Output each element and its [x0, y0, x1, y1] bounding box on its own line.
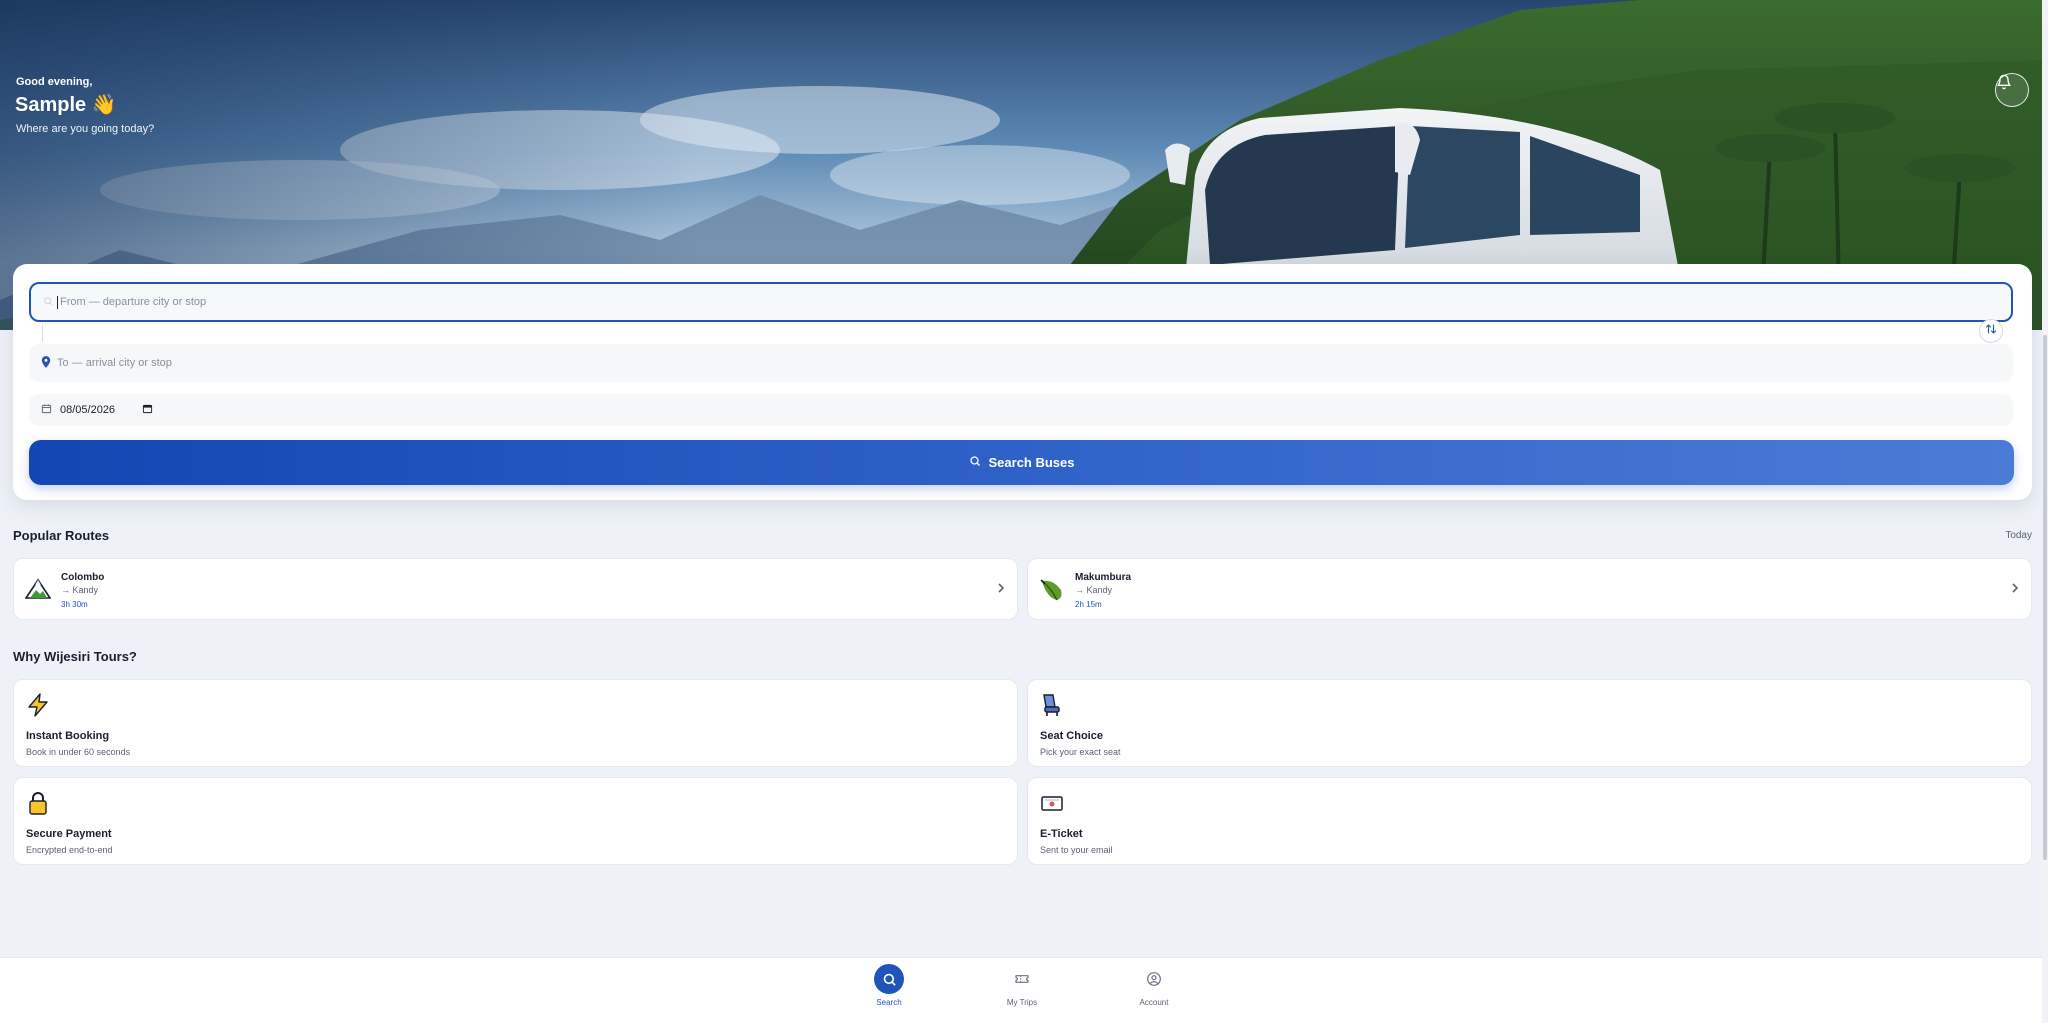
why-section-title: Why Wijesiri Tours? [13, 649, 137, 664]
date-input[interactable]: 08/05/2026 [29, 394, 2013, 426]
feature-secure-payment: Secure Payment Encrypted end-to-end [13, 777, 1018, 865]
swap-icon [1985, 322, 1997, 340]
feature-seat-choice: Seat Choice Pick your exact seat [1027, 679, 2032, 767]
route-duration: 2h 15m [1075, 600, 1102, 609]
feature-title: E-Ticket [1040, 828, 1083, 840]
greeting-text: Good evening, [16, 76, 93, 88]
lightning-icon [26, 693, 52, 719]
scrollbar-thumb[interactable] [2043, 335, 2047, 860]
from-placeholder: From — departure city or stop [60, 296, 207, 308]
seat-icon [1040, 693, 1066, 719]
feature-subtitle: Sent to your email [1040, 845, 1113, 855]
feature-subtitle: Book in under 60 seconds [26, 747, 131, 757]
from-input[interactable]: From — departure city or stop [29, 282, 2013, 322]
search-buses-label: Search Buses [988, 455, 1075, 470]
popular-routes-date-label: Today [2005, 530, 2032, 541]
feature-title: Seat Choice [1040, 730, 1103, 742]
nav-label: Search [876, 998, 902, 1007]
nav-item-search[interactable]: Search [849, 964, 929, 1007]
search-card: From — departure city or stop To — arriv… [13, 264, 2032, 500]
feature-instant-booking: Instant Booking Book in under 60 seconds [13, 679, 1018, 767]
to-placeholder: To — arrival city or stop [57, 357, 172, 369]
route-origin: Colombo [61, 572, 105, 583]
feature-title: Secure Payment [26, 828, 112, 840]
ticket-icon [1040, 791, 1066, 817]
nav-item-account[interactable]: Account [1114, 964, 1194, 1007]
route-duration: 3h 30m [61, 600, 88, 609]
chevron-right-icon [997, 581, 1005, 599]
leaf-icon [1039, 576, 1065, 602]
calendar-icon [41, 403, 52, 417]
swap-locations-button[interactable] [1979, 319, 2003, 343]
ticket-icon [1007, 964, 1037, 994]
nav-item-my-trips[interactable]: My Trips [982, 964, 1062, 1007]
feature-title: Instant Booking [26, 730, 110, 742]
chevron-right-icon [2011, 581, 2019, 599]
greeting-subtitle: Where are you going today? [16, 123, 155, 135]
nav-label: My Trips [1006, 998, 1038, 1007]
notifications-button[interactable] [1995, 73, 2029, 107]
to-input[interactable]: To — arrival city or stop [29, 344, 2013, 382]
nav-label: Account [1139, 998, 1169, 1007]
popular-routes-title: Popular Routes [13, 528, 110, 543]
route-origin: Makumbura [1075, 572, 1132, 583]
lock-icon [26, 791, 52, 817]
feature-subtitle: Pick your exact seat [1040, 747, 1121, 757]
search-icon [874, 964, 904, 994]
text-caret [57, 295, 58, 309]
search-buses-button[interactable]: Search Buses [29, 440, 2014, 485]
route-card-makumbura-kandy[interactable]: Makumbura → Kandy 2h 15m [1027, 558, 2032, 620]
search-icon [969, 455, 981, 470]
search-small-icon [43, 296, 53, 309]
date-value: 08/05/2026 [60, 404, 116, 416]
user-name: Sample 👋 [15, 94, 117, 116]
route-destination: → Kandy [1075, 585, 1113, 595]
account-icon [1139, 964, 1169, 994]
bottom-navigation: Search My Trips Account [0, 957, 2048, 1023]
feature-subtitle: Encrypted end-to-end [26, 845, 113, 855]
route-destination: → Kandy [61, 585, 99, 595]
route-card-colombo-kandy[interactable]: Colombo → Kandy 3h 30m [13, 558, 1018, 620]
mountain-icon [24, 576, 52, 602]
date-picker-icon[interactable] [142, 403, 153, 417]
route-connector-line [42, 324, 43, 342]
location-pin-icon [41, 355, 51, 371]
feature-e-ticket: E-Ticket Sent to your email [1027, 777, 2032, 865]
